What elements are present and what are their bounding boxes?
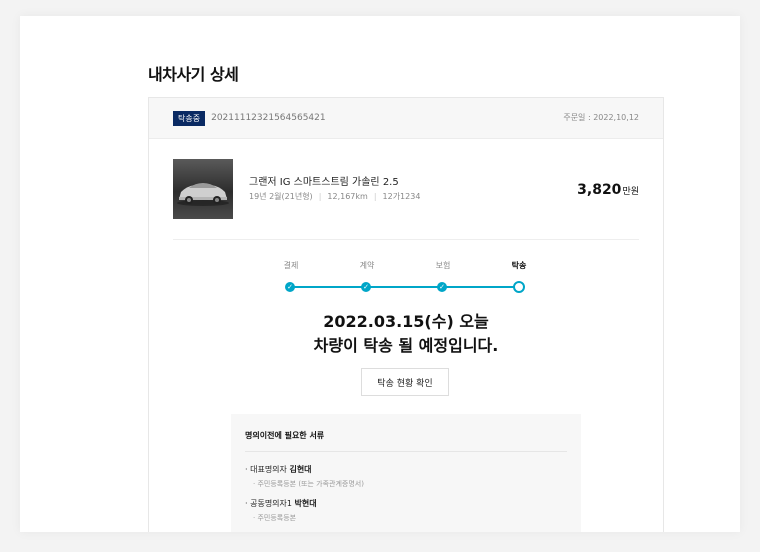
step-insurance: 보험 ✓ — [421, 260, 465, 292]
car-icon — [177, 183, 229, 206]
car-year: 19년 2월(21년형) — [249, 192, 313, 201]
step-payment: 결제 ✓ — [269, 260, 313, 292]
check-icon: ✓ — [361, 282, 371, 292]
document-entry: · 대표명의자 김현대 · 주민등록등본 (또는 가족관계증명서) — [245, 464, 567, 489]
page-title: 내차사기 상세 — [148, 65, 239, 84]
owner-name: 김현대 — [289, 465, 312, 474]
price-unit: 만원 — [622, 187, 639, 197]
meta-divider: | — [373, 192, 377, 201]
order-detail-card: 탁송중 20211112321564565421 주문일 : 2022,10,1… — [148, 97, 664, 532]
step-label: 계약 — [359, 261, 375, 270]
progress-steps: 결제 ✓ 계약 ✓ 보험 ✓ 탁송 — [269, 260, 543, 300]
document-entry: · 공동명의자1 박현대 · 주민등록등본 — [245, 498, 567, 523]
owner-line: · 공동명의자1 박현대 — [245, 499, 317, 508]
order-header: 탁송중 20211112321564565421 주문일 : 2022,10,1… — [149, 98, 663, 139]
status-badge: 탁송중 — [173, 110, 206, 126]
track-delivery-button[interactable]: 탁송 현황 확인 — [361, 368, 449, 396]
car-plate: 12가1234 — [382, 192, 421, 201]
car-image[interactable] — [173, 159, 233, 219]
car-mileage: 12,167km — [327, 192, 368, 201]
required-documents: 명의이전에 필요한 서류 · 대표명의자 김현대 · 주민등록등본 (또는 가족… — [231, 414, 581, 532]
page-container: 내차사기 상세 탁송중 20211112321564565421 주문일 : 2… — [20, 16, 740, 532]
document-note: · 주민등록등본 (또는 가족관계증명서) — [253, 480, 364, 488]
step-label: 결제 — [283, 261, 299, 270]
document-name: 주민등록등본 (또는 가족관계증명서) — [257, 480, 364, 488]
car-price: 3,820만원 — [577, 179, 639, 198]
check-icon: ✓ — [437, 282, 447, 292]
step-label: 보험 — [435, 261, 451, 270]
meta-divider: | — [318, 192, 322, 201]
car-meta: 19년 2월(21년형) | 12,167km | 12가1234 — [249, 191, 420, 202]
current-step-icon — [513, 281, 525, 293]
step-delivery: 탁송 — [497, 260, 541, 293]
owner-line: · 대표명의자 김현대 — [245, 465, 312, 474]
owner-name: 박현대 — [294, 499, 317, 508]
owner-role: 공동명의자1 — [250, 499, 292, 508]
price-value: 3,820 — [577, 182, 622, 198]
delivery-message: 차량이 탁송 될 예정입니다. — [313, 336, 499, 355]
owner-role: 대표명의자 — [250, 465, 287, 474]
step-contract: 계약 ✓ — [345, 260, 389, 292]
order-date: 주문일 : 2022,10,12 — [563, 113, 639, 122]
document-note: · 주민등록등본 — [253, 514, 297, 522]
delivery-date: 2022.03.15(수) 오늘 — [323, 312, 489, 331]
check-icon: ✓ — [285, 282, 295, 292]
car-summary: 그랜저 IG 스마트스트림 가솔린 2.5 19년 2월(21년형) | 12,16… — [173, 139, 639, 240]
car-name: 그랜저 IG 스마트스트림 가솔린 2.5 — [249, 177, 399, 188]
document-name: 주민등록등본 — [257, 514, 297, 522]
order-number: 20211112321564565421 — [211, 113, 326, 123]
progress-line — [291, 286, 517, 288]
documents-title: 명의이전에 필요한 서류 — [245, 430, 567, 452]
step-label: 탁송 — [511, 261, 527, 270]
